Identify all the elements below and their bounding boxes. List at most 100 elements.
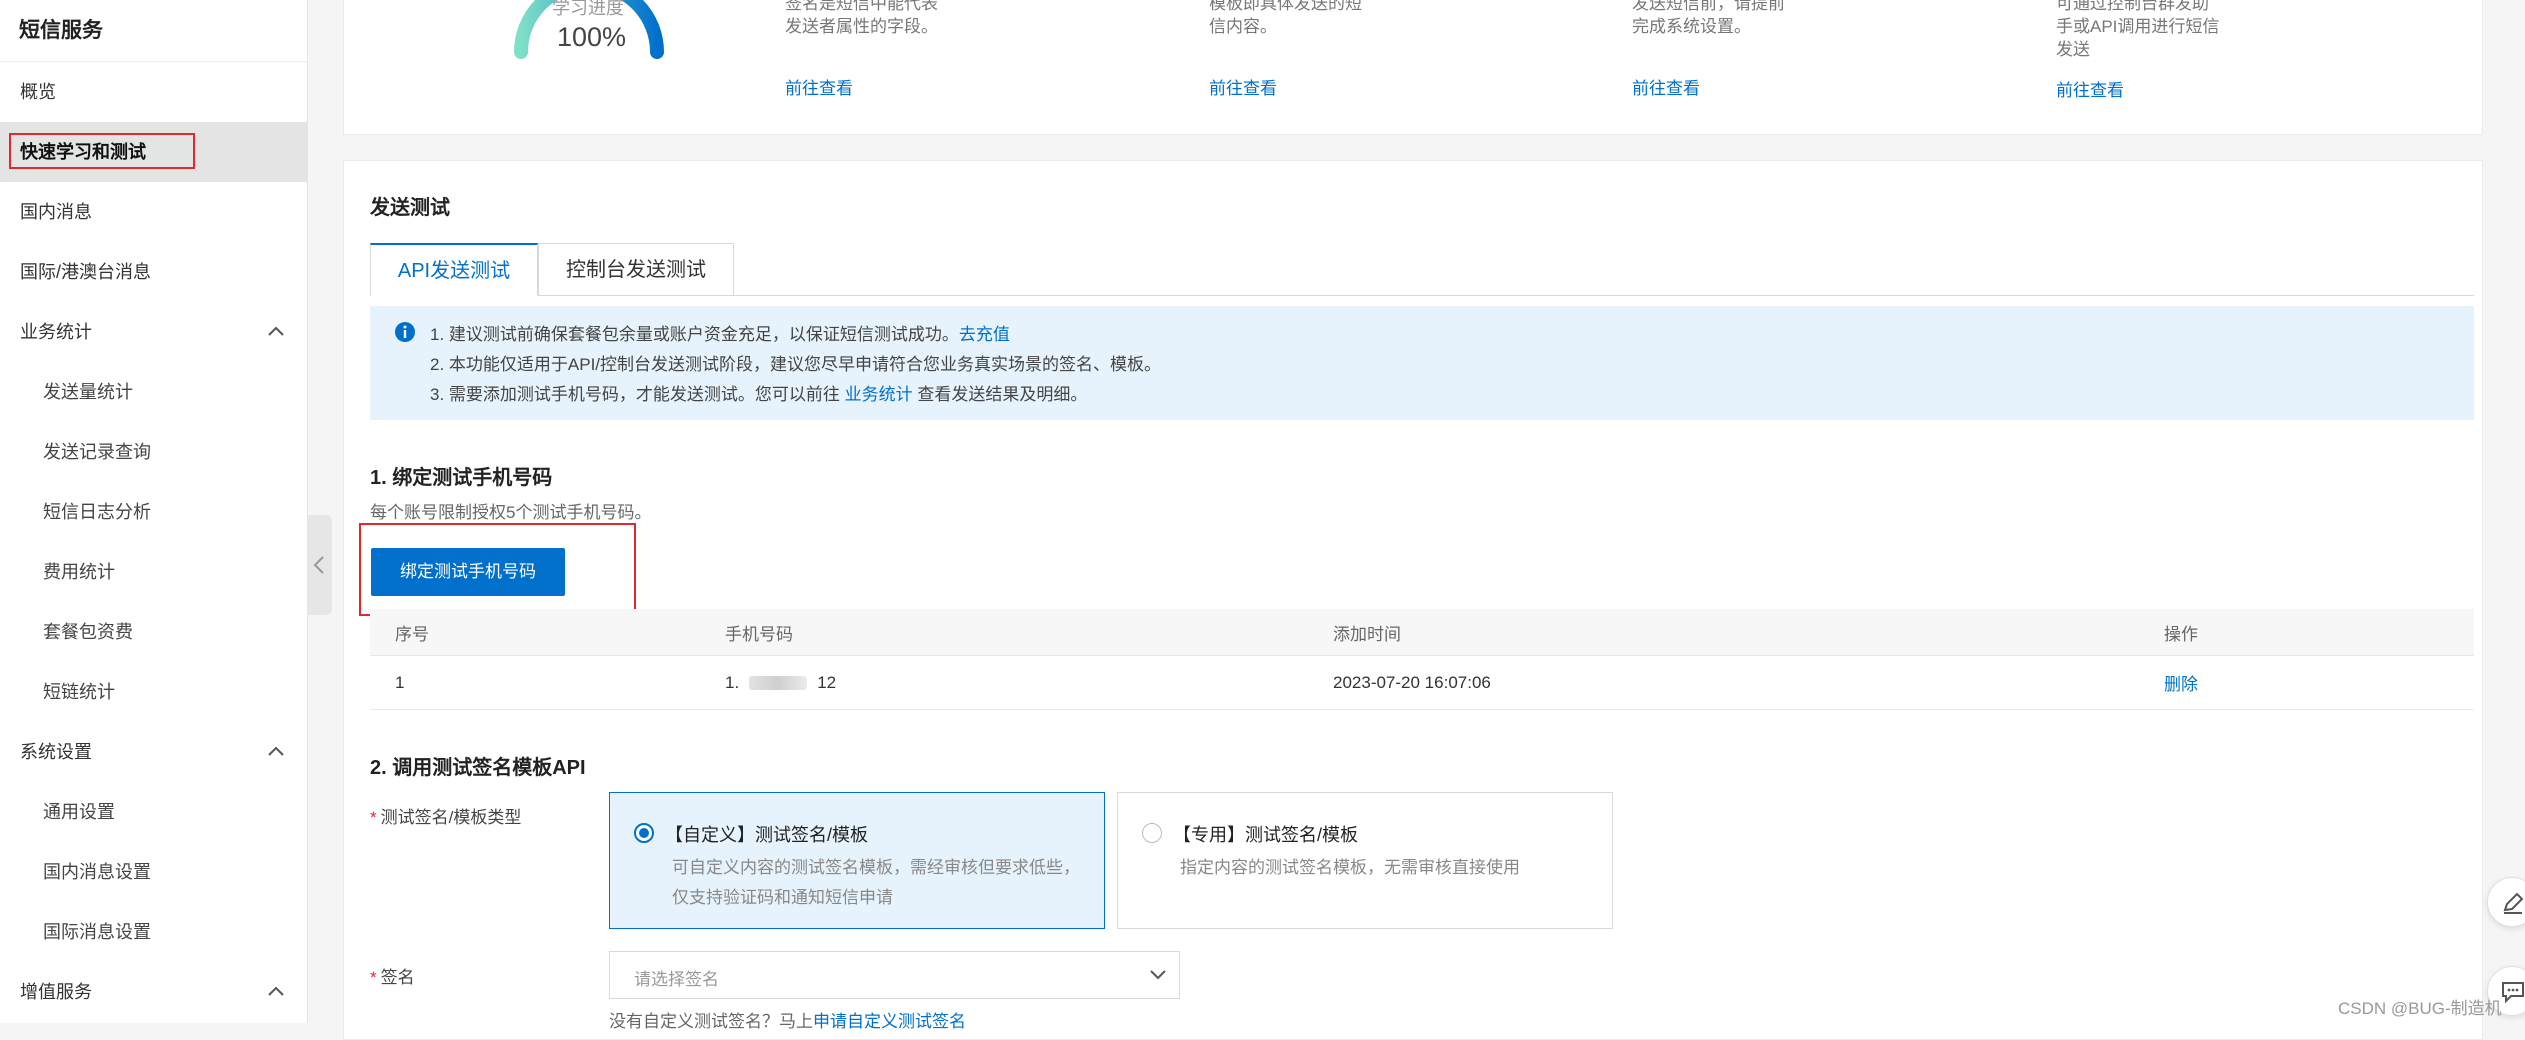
sign-hint: 没有自定义测试签名？马上申请自定义测试签名 (609, 1007, 966, 1032)
sidebar-item-label: 概览 (20, 82, 56, 102)
step-desc-template: 模板即具体发送的短 信内容。 (1209, 0, 1362, 36)
bind-hint: 每个账号限制授权5个测试手机号码。 (370, 503, 652, 522)
sidebar-item-label: 国际/港澳台消息 (20, 262, 152, 282)
required-mark: * (370, 808, 377, 827)
notice-text: 查看发送结果及明细。 (912, 385, 1088, 404)
notice-text: 1. 建议测试前确保套餐包余量或账户资金充足，以保证短信测试成功。 (430, 325, 959, 344)
step-link-signature[interactable]: 前往查看 (785, 74, 853, 99)
progress-value: 100% (557, 22, 627, 52)
option-desc: 可自定义内容的测试签名模板，需经审核但要求低些，仅支持验证码和通知短信申请 (672, 858, 1080, 907)
sidebar-item-international[interactable]: 国际/港澳台消息 (0, 242, 307, 302)
sidebar-item-label: 业务统计 (20, 322, 92, 342)
recharge-link[interactable]: 去充值 (959, 325, 1010, 344)
sidebar-item-label: 短信日志分析 (43, 502, 151, 522)
sign-hint-text: 没有自定义测试签名？马上 (609, 1012, 813, 1031)
sidebar-item-label: 系统设置 (20, 742, 92, 762)
progress-label: 学习进度 (552, 0, 624, 18)
sidebar-item-overview[interactable]: 概览 (0, 62, 307, 122)
sidebar-item-label: 发送量统计 (43, 382, 133, 402)
sidebar-group-business-stats[interactable]: 业务统计 (0, 302, 307, 362)
delete-link[interactable]: 删除 (2164, 656, 2198, 709)
sidebar-item-log-analysis[interactable]: 短信日志分析 (0, 482, 307, 542)
sidebar: 短信服务 概览 快速学习和测试 国内消息 国际/港澳台消息 业务统计 发送量统计… (0, 0, 308, 1023)
radio-unselected[interactable] (1142, 823, 1162, 843)
sign-label: * 签名 (370, 963, 415, 988)
header-phone: 手机号码 (725, 624, 793, 644)
notice-line-1: 1. 建议测试前确保套餐包余量或账户资金充足，以保证短信测试成功。去充值 (430, 320, 1010, 345)
step-desc-settings: 发送短信前，请提前 完成系统设置。 (1632, 0, 1785, 36)
sidebar-item-label: 国内消息设置 (43, 862, 151, 882)
sidebar-item-quick-learn[interactable]: 快速学习和测试 (0, 122, 307, 182)
tab-api-send-test[interactable]: API发送测试 (370, 243, 538, 296)
sidebar-item-domestic[interactable]: 国内消息 (0, 182, 307, 242)
radio-selected[interactable] (634, 823, 654, 843)
sign-label-text: 签名 (380, 968, 415, 987)
section-title: 发送测试 (370, 197, 450, 219)
sidebar-item-shortlink-stats[interactable]: 短链统计 (0, 662, 307, 722)
sidebar-item-package-fees[interactable]: 套餐包资费 (0, 602, 307, 662)
edit-float-button[interactable] (2487, 877, 2525, 927)
header-index: 序号 (395, 624, 429, 644)
sign-select[interactable]: 请选择签名 (609, 951, 1180, 999)
sidebar-group-system-settings[interactable]: 系统设置 (0, 722, 307, 782)
row-index: 1 (395, 672, 405, 692)
phone-table: 序号 手机号码 添加时间 操作 1 1. 12 2023-07-20 16:07… (370, 609, 2474, 710)
row-phone: 1. 12 (725, 656, 836, 709)
chevron-up-icon (268, 326, 284, 336)
sidebar-item-send-records[interactable]: 发送记录查询 (0, 422, 307, 482)
header-time: 添加时间 (1333, 624, 1401, 644)
sidebar-item-label: 短链统计 (43, 682, 115, 702)
sidebar-title: 短信服务 (0, 0, 307, 62)
sign-placeholder: 请选择签名 (634, 970, 719, 989)
phone-suffix: 12 (817, 672, 837, 692)
send-test-card: 发送测试 API发送测试 控制台发送测试 1. 建议测试前确保套餐包余量或账户资… (343, 160, 2483, 1040)
table-row: 1 1. 12 2023-07-20 16:07:06 删除 (370, 656, 2474, 710)
tabs: API发送测试 控制台发送测试 (370, 243, 2474, 296)
type-label-text: 测试签名/模板类型 (380, 808, 522, 827)
row-time: 2023-07-20 16:07:06 (1333, 672, 1491, 692)
sidebar-item-label: 国际消息设置 (43, 922, 151, 942)
sidebar-item-domestic-settings[interactable]: 国内消息设置 (0, 842, 307, 902)
learning-steps-card: 学习进度 100% 签名是短信中能代表 发送者属性的字段。 前往查看 模板即具体发… (343, 0, 2483, 135)
pencil-icon (2503, 892, 2524, 914)
step-desc-send: 可通过控制台群发助 手或API调用进行短信 发送 (2056, 0, 2220, 59)
header-action: 操作 (2164, 624, 2198, 644)
chevron-up-icon (268, 746, 284, 756)
phone-prefix: 1. (725, 672, 740, 692)
option-custom-template[interactable]: 【自定义】测试签名/模板 可自定义内容的测试签名模板，需经审核但要求低些，仅支持… (609, 792, 1105, 929)
tab-console-send-test[interactable]: 控制台发送测试 (538, 243, 734, 296)
sidebar-item-label: 快速学习和测试 (20, 142, 146, 162)
type-label: * 测试签名/模板类型 (370, 803, 521, 828)
bind-phone-button[interactable]: 绑定测试手机号码 (371, 548, 565, 596)
chat-icon (2502, 982, 2524, 1004)
step-link-settings[interactable]: 前往查看 (1632, 74, 1700, 99)
business-stats-link[interactable]: 业务统计 (845, 385, 913, 404)
option-title: 【自定义】测试签名/模板 (665, 825, 868, 845)
chevron-down-icon (1150, 970, 1166, 980)
info-icon (395, 322, 415, 342)
notice-text: 3. 需要添加测试手机号码，才能发送测试。您可以前往 (430, 385, 845, 404)
option-title: 【专用】测试签名/模板 (1173, 825, 1358, 845)
sidebar-item-label: 国内消息 (20, 202, 92, 222)
sidebar-item-send-volume[interactable]: 发送量统计 (0, 362, 307, 422)
chevron-up-icon (268, 986, 284, 996)
apply-sign-link[interactable]: 申请自定义测试签名 (813, 1012, 966, 1031)
step-link-send[interactable]: 前往查看 (2056, 76, 2124, 101)
sidebar-collapse-handle[interactable] (308, 515, 332, 615)
sidebar-item-label: 发送记录查询 (43, 442, 151, 462)
step-desc-signature: 签名是短信中能代表 发送者属性的字段。 (785, 0, 938, 36)
api-section-title: 2. 调用测试签名模板API (370, 757, 586, 779)
sidebar-item-international-settings[interactable]: 国际消息设置 (0, 902, 307, 962)
step-link-template[interactable]: 前往查看 (1209, 74, 1277, 99)
sidebar-item-cost-stats[interactable]: 费用统计 (0, 542, 307, 602)
masked-digits (749, 675, 808, 690)
sidebar-item-label: 通用设置 (43, 802, 115, 822)
sidebar-item-label: 增值服务 (20, 982, 92, 1002)
notice-box: 1. 建议测试前确保套餐包余量或账户资金充足，以保证短信测试成功。去充值 2. … (370, 306, 2474, 420)
sidebar-item-label: 费用统计 (43, 562, 115, 582)
sidebar-item-general-settings[interactable]: 通用设置 (0, 782, 307, 842)
sidebar-group-value-added[interactable]: 增值服务 (0, 962, 307, 1022)
required-mark: * (370, 968, 377, 987)
table-header: 序号 手机号码 添加时间 操作 (370, 609, 2474, 656)
option-dedicated-template[interactable]: 【专用】测试签名/模板 指定内容的测试签名模板，无需审核直接使用 (1117, 792, 1613, 929)
